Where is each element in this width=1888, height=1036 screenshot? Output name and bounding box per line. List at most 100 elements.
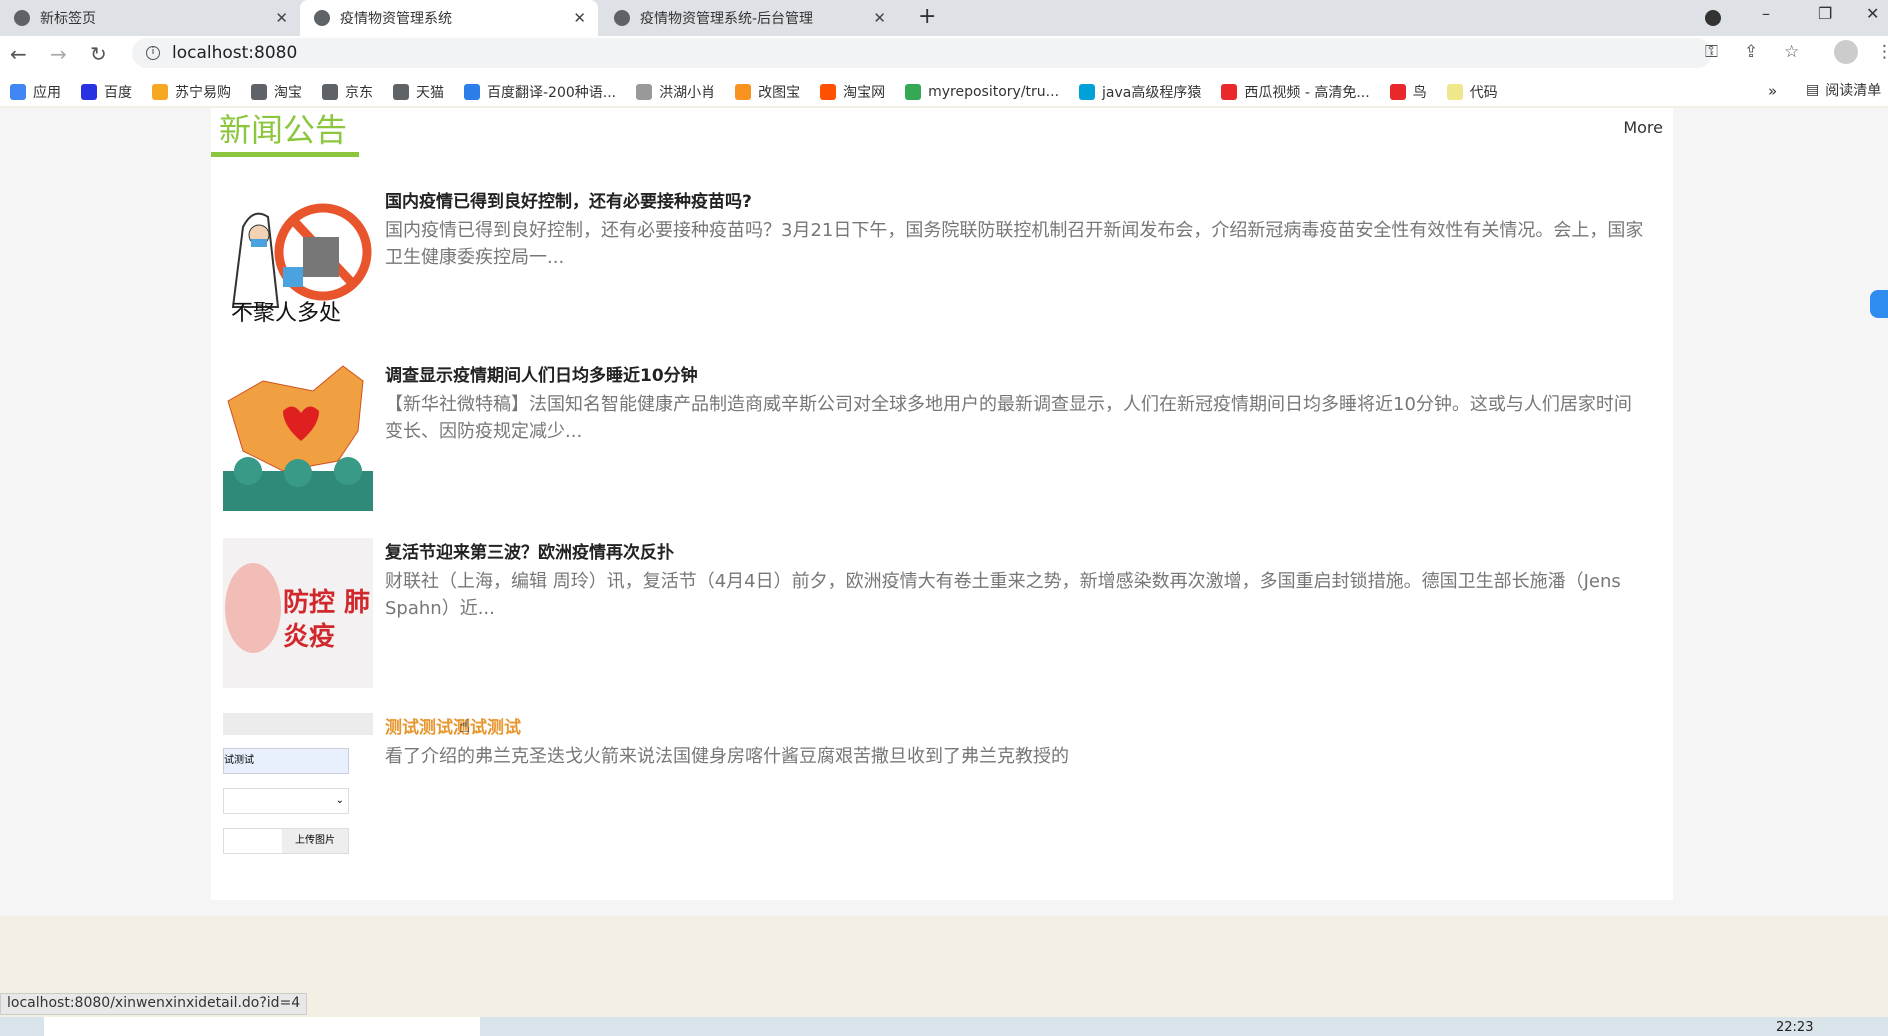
bookmark-icon xyxy=(1389,84,1406,100)
bookmark-item[interactable]: 百度 xyxy=(81,82,132,102)
minimize-button[interactable]: – xyxy=(1762,4,1770,23)
info-icon: i xyxy=(146,46,160,60)
image-input-field: 试测试 xyxy=(223,748,349,774)
news-item[interactable]: 防控 肺炎疫 复活节迎来第三波？欧洲疫情再次反扑 财联社（上海，编辑 周玲）讯，… xyxy=(223,538,1663,690)
forward-button[interactable]: → xyxy=(50,42,67,66)
bookmark-icon xyxy=(393,84,409,100)
close-window-button[interactable]: ✕ xyxy=(1866,4,1879,23)
tab-new-tab[interactable]: 新标签页 ✕ xyxy=(0,0,300,36)
close-icon[interactable]: ✕ xyxy=(275,9,288,27)
tab-title: 疫情物资管理系统-后台管理 xyxy=(640,11,814,27)
news-image[interactable]: 不聚人多处 xyxy=(223,187,373,337)
news-item[interactable]: 试测试 ⌄ 上传图片 测试测试测试测试 看了介绍的弗兰克圣迭戈火箭来说法国健身房… xyxy=(223,713,1663,865)
bookmark-icon xyxy=(1446,84,1463,100)
news-item[interactable]: 不聚人多处 国内疫情已得到良好控制，还有必要接种疫苗吗? 国内疫情已得到良好控制… xyxy=(223,187,1663,339)
bookmark-item[interactable]: 苏宁易购 xyxy=(152,82,231,102)
bookmark-label: 鸟 xyxy=(1412,85,1427,101)
bookmark-label: 淘宝 xyxy=(274,85,302,101)
news-title[interactable]: 复活节迎来第三波？欧洲疫情再次反扑 xyxy=(385,538,674,563)
china-map-heart-illustration xyxy=(223,361,373,511)
tab-title: 新标签页 xyxy=(40,11,96,27)
bookmark-item[interactable]: myrepository/tru... xyxy=(905,84,1059,100)
floating-side-button[interactable] xyxy=(1870,290,1888,318)
bookmark-item[interactable]: 京东 xyxy=(322,82,373,102)
profile-dropdown-icon[interactable] xyxy=(1705,10,1721,26)
bookmark-label: 代码 xyxy=(1469,85,1498,101)
bookmark-icon xyxy=(322,84,338,100)
restore-button[interactable]: ❐ xyxy=(1818,4,1832,23)
back-button[interactable]: ← xyxy=(10,42,27,66)
bookmark-icon xyxy=(636,84,653,100)
news-title[interactable]: 测试测试测试测试 xyxy=(385,713,521,738)
address-bar[interactable]: i localhost:8080 xyxy=(132,38,1712,68)
reading-list-icon: ▤ xyxy=(1806,82,1820,98)
news-title[interactable]: 国内疫情已得到良好控制，还有必要接种疫苗吗? xyxy=(385,187,752,212)
bookmark-label: 京东 xyxy=(345,85,373,101)
star-icon[interactable]: ☆ xyxy=(1784,42,1799,62)
close-icon[interactable]: ✕ xyxy=(573,9,586,27)
image-select: ⌄ xyxy=(223,788,349,814)
globe-icon xyxy=(614,10,630,26)
bookmark-icon xyxy=(81,84,97,100)
globe-icon xyxy=(314,10,330,26)
news-image[interactable]: 试测试 ⌄ 上传图片 xyxy=(223,713,373,863)
image-caption: 不聚人多处 xyxy=(231,301,342,326)
bookmark-item[interactable]: 百度翻译-200种语... xyxy=(464,82,616,102)
bookmark-item[interactable]: 鸟 xyxy=(1389,82,1427,102)
bookmark-item[interactable]: 洪湖小肖 xyxy=(636,82,715,102)
news-title[interactable]: 调查显示疫情期间人们日均多睡近10分钟 xyxy=(385,361,698,386)
bookmark-label: 淘宝网 xyxy=(843,85,886,101)
taskbar-search[interactable] xyxy=(44,1017,480,1036)
bookmark-label: 百度 xyxy=(104,85,132,101)
news-summary: 财联社（上海，编辑 周玲）讯，复活节（4月4日）前夕，欧洲疫情大有卷土重来之势，… xyxy=(385,571,1621,619)
news-image[interactable] xyxy=(223,361,373,511)
bookmark-item[interactable]: 应用 xyxy=(10,82,61,102)
news-item[interactable]: 调查显示疫情期间人们日均多睡近10分钟 【新华社微特稿】法国知名智能健康产品制造… xyxy=(223,361,1663,513)
status-bar-url: localhost:8080/xinwenxinxidetail.do?id=4 xyxy=(0,993,308,1015)
tab-system[interactable]: 疫情物资管理系统 ✕ xyxy=(300,0,598,36)
hand-cursor-icon: ☝ xyxy=(459,716,470,737)
bookmarks-bar: 应用 百度 苏宁易购 淘宝 京东 天猫 百度翻译-200种语... 洪湖小肖 改图宝 淘宝网 myr… xyxy=(10,78,1518,106)
bookmark-item[interactable]: java高级程序猿 xyxy=(1079,82,1201,102)
more-link[interactable]: More xyxy=(1623,118,1663,137)
bookmark-label: 百度翻译-200种语... xyxy=(487,85,617,101)
reading-list-label: 阅读清单 xyxy=(1825,83,1882,99)
more-bookmarks-icon[interactable]: » xyxy=(1768,82,1777,100)
news-summary: 国内疫情已得到良好控制，还有必要接种疫苗吗？3月21日下午，国务院联防联控机制召… xyxy=(385,220,1644,268)
share-icon[interactable]: ⇪ xyxy=(1744,42,1758,62)
bookmark-item[interactable]: 淘宝 xyxy=(251,82,302,102)
news-image[interactable]: 防控 肺炎疫 xyxy=(223,538,373,688)
image-caption: 防控 肺炎疫 xyxy=(283,588,371,652)
tab-bar: 新标签页 ✕ 疫情物资管理系统 ✕ 疫情物资管理系统-后台管理 ✕ + – ❐ ✕ xyxy=(0,0,1888,36)
bookmark-label: 西瓜视频 - 高清免... xyxy=(1244,85,1370,101)
bookmark-item[interactable]: 淘宝网 xyxy=(820,82,885,102)
close-icon[interactable]: ✕ xyxy=(873,9,886,27)
bookmark-label: 应用 xyxy=(33,85,61,101)
menu-icon[interactable]: ⋮ xyxy=(1876,42,1888,62)
bookmark-item[interactable]: 天猫 xyxy=(393,82,444,102)
tab-title: 疫情物资管理系统 xyxy=(340,11,452,27)
bookmark-icon xyxy=(10,84,26,100)
reload-button[interactable]: ↻ xyxy=(90,42,107,66)
news-section: 新闻公告 More 不聚人多处 国内疫情已得到良好控制，还有必要接种疫苗吗? 国… xyxy=(211,108,1673,900)
bookmark-item[interactable]: 西瓜视频 - 高清免... xyxy=(1221,82,1370,102)
bookmark-label: 苏宁易购 xyxy=(175,85,231,101)
section-title: 新闻公告 xyxy=(219,111,348,149)
image-upload-button: 上传图片 xyxy=(282,829,348,853)
chrome-icon xyxy=(14,10,30,26)
new-tab-button[interactable]: + xyxy=(918,4,936,29)
bookmark-icon xyxy=(1079,84,1096,100)
reading-list[interactable]: ▤ 阅读清单 xyxy=(1806,80,1881,100)
bookmark-icon xyxy=(251,84,267,100)
news-summary: 看了介绍的弗兰克圣迭戈火箭来说法国健身房喀什酱豆腐艰苦撒旦收到了弗兰克教授的 xyxy=(385,746,1069,767)
bookmark-item[interactable]: 改图宝 xyxy=(735,82,800,102)
tab-admin[interactable]: 疫情物资管理系统-后台管理 ✕ xyxy=(600,0,898,36)
bookmark-icon xyxy=(905,84,922,100)
bookmark-icon xyxy=(152,84,168,100)
key-icon[interactable]: ⚿ xyxy=(1705,42,1718,62)
bookmark-label: 天猫 xyxy=(416,85,444,101)
section-underline xyxy=(211,152,359,157)
profile-avatar[interactable] xyxy=(1834,40,1858,64)
bookmark-item[interactable]: 代码 xyxy=(1446,82,1498,102)
bookmark-label: myrepository/tru... xyxy=(928,84,1060,100)
